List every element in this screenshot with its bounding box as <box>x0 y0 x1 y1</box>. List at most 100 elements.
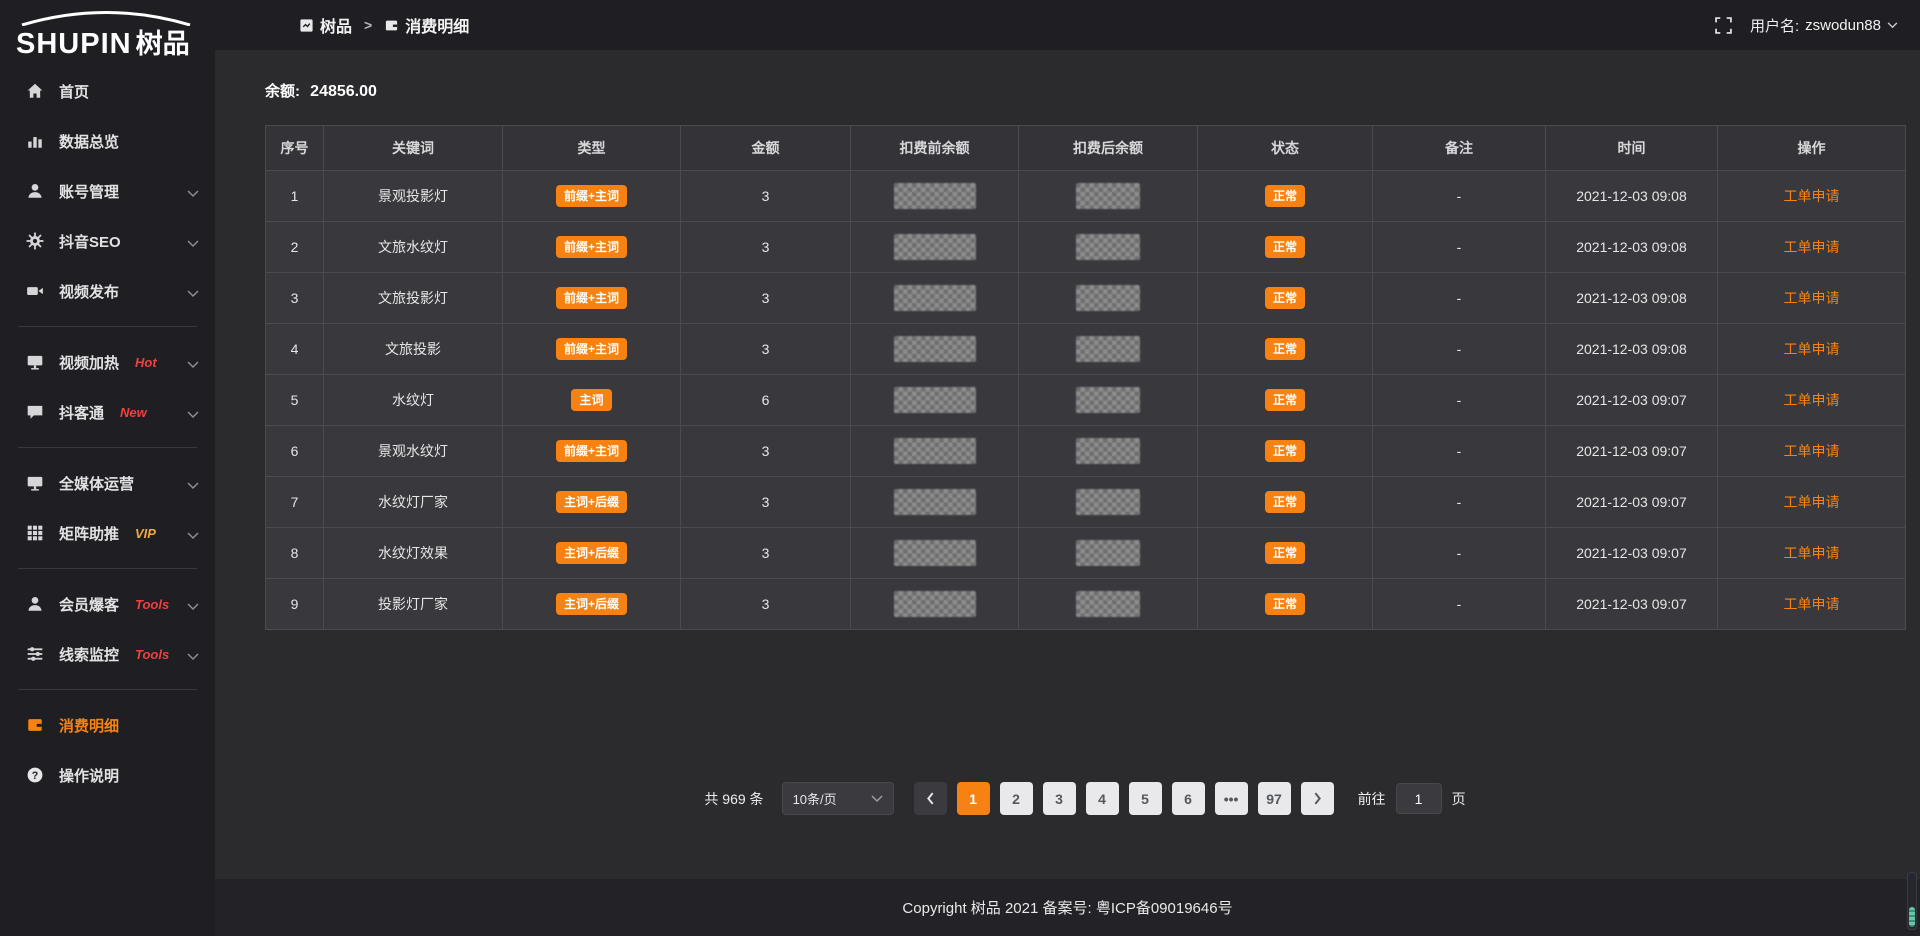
logo-text-cn: 树品 <box>136 22 190 61</box>
goto-page: 前往页 <box>1358 783 1466 814</box>
sidebar-item-label: 抖客通 <box>59 402 104 423</box>
member-icon <box>26 595 44 613</box>
sidebar-item-member-burst[interactable]: 会员爆客Tools <box>0 579 215 629</box>
goto-page-input[interactable] <box>1396 783 1442 814</box>
page-button-6[interactable]: 6 <box>1172 782 1205 815</box>
scrollbar-thumb[interactable] <box>1909 907 1915 927</box>
cell-amount: 3 <box>681 273 851 324</box>
cell-time: 2021-12-03 09:08 <box>1546 273 1718 324</box>
blurred-balance-before <box>894 183 976 209</box>
cell-balance-before <box>851 579 1019 630</box>
chevron-down-icon <box>187 527 199 544</box>
sidebar-item-label: 视频发布 <box>59 281 119 302</box>
scrollbar[interactable] <box>1907 872 1917 930</box>
sidebar-item-account-manage[interactable]: 账号管理 <box>0 166 215 216</box>
blurred-balance-after <box>1076 438 1140 464</box>
breadcrumb-item-shupin[interactable]: 树品 <box>299 13 352 37</box>
cell-seq: 5 <box>266 375 324 426</box>
prev-page-button[interactable] <box>914 782 947 815</box>
breadcrumb-item-consume-detail[interactable]: 消费明细 <box>384 13 469 37</box>
cell-type: 主词+后缀 <box>503 477 681 528</box>
cell-action: 工单申请 <box>1718 426 1906 477</box>
blurred-balance-after <box>1076 285 1140 311</box>
status-badge: 正常 <box>1265 491 1305 513</box>
work-order-link[interactable]: 工单申请 <box>1784 392 1840 408</box>
cell-keyword: 投影灯厂家 <box>324 579 503 630</box>
next-page-button[interactable] <box>1301 782 1334 815</box>
username-dropdown[interactable]: 用户名: zswodun88 <box>1750 15 1898 36</box>
sidebar-item-clue-monitor[interactable]: 线索监控Tools <box>0 629 215 679</box>
cell-balance-after <box>1019 324 1198 375</box>
cell-seq: 1 <box>266 171 324 222</box>
cell-status: 正常 <box>1198 324 1373 375</box>
page-button-2[interactable]: 2 <box>1000 782 1033 815</box>
page-size-select[interactable]: 10条/页 <box>782 782 894 815</box>
sidebar-item-label: 操作说明 <box>59 765 119 786</box>
page-button-5[interactable]: 5 <box>1129 782 1162 815</box>
more-pages-button[interactable]: ••• <box>1215 782 1248 815</box>
cell-balance-before <box>851 222 1019 273</box>
monitor-icon <box>26 474 44 492</box>
sidebar-item-home[interactable]: 首页 <box>0 66 215 116</box>
blurred-balance-after <box>1076 183 1140 209</box>
column-header: 备注 <box>1373 126 1546 171</box>
sidebar-item-badge: New <box>120 405 147 420</box>
sidebar-divider <box>18 326 197 327</box>
work-order-link[interactable]: 工单申请 <box>1784 494 1840 510</box>
cell-keyword: 景观投影灯 <box>324 171 503 222</box>
cell-seq: 7 <box>266 477 324 528</box>
sidebar-item-douketong[interactable]: 抖客通 New <box>0 387 215 437</box>
sliders-icon <box>26 645 44 663</box>
cell-remark: - <box>1373 273 1546 324</box>
blurred-balance-before <box>894 234 976 260</box>
username-label: 用户名: <box>1750 15 1799 36</box>
sidebar-item-label: 矩阵助推 <box>59 523 119 544</box>
sidebar-item-all-media[interactable]: 全媒体运营 <box>0 458 215 508</box>
sidebar-item-video-publish[interactable]: 视频发布 <box>0 266 215 316</box>
cell-time: 2021-12-03 09:08 <box>1546 222 1718 273</box>
sidebar-item-douyin-seo[interactable]: 抖音SEO <box>0 216 215 266</box>
work-order-link[interactable]: 工单申请 <box>1784 341 1840 357</box>
blurred-balance-before <box>894 489 976 515</box>
chevron-down-icon <box>1887 22 1898 29</box>
fullscreen-icon[interactable] <box>1715 17 1732 34</box>
sidebar-item-matrix-boost[interactable]: 矩阵助推VIP <box>0 508 215 558</box>
sidebar-divider <box>18 689 197 690</box>
work-order-link[interactable]: 工单申请 <box>1784 239 1840 255</box>
table-row: 8水纹灯效果主词+后缀3正常-2021-12-03 09:07工单申请 <box>266 528 1906 579</box>
page-button-97[interactable]: 97 <box>1258 782 1291 815</box>
sidebar-item-video-heat[interactable]: 视频加热Hot <box>0 337 215 387</box>
work-order-link[interactable]: 工单申请 <box>1784 545 1840 561</box>
page-button-1[interactable]: 1 <box>957 782 990 815</box>
cell-status: 正常 <box>1198 375 1373 426</box>
work-order-link[interactable]: 工单申请 <box>1784 596 1840 612</box>
chevron-down-icon <box>187 285 199 302</box>
work-order-link[interactable]: 工单申请 <box>1784 443 1840 459</box>
footer: Copyright 树品 2021 备案号: 粤ICP备09019646号 <box>215 879 1920 936</box>
chat-icon <box>26 403 44 421</box>
cell-status: 正常 <box>1198 579 1373 630</box>
sidebar-item-data-overview[interactable]: 数据总览 <box>0 116 215 166</box>
cell-status: 正常 <box>1198 171 1373 222</box>
table-row: 6景观水纹灯前缀+主词3正常-2021-12-03 09:07工单申请 <box>266 426 1906 477</box>
sidebar-item-consume-detail[interactable]: 消费明细 <box>0 700 215 750</box>
page-button-4[interactable]: 4 <box>1086 782 1119 815</box>
type-badge: 前缀+主词 <box>556 338 627 360</box>
cell-type: 主词+后缀 <box>503 579 681 630</box>
pagination: 共 969 条10条/页123456•••97前往页 <box>265 782 1905 815</box>
cell-keyword: 水纹灯 <box>324 375 503 426</box>
page-button-3[interactable]: 3 <box>1043 782 1076 815</box>
chevron-down-icon <box>187 235 199 252</box>
cell-time: 2021-12-03 09:07 <box>1546 579 1718 630</box>
chevron-down-icon <box>187 598 199 615</box>
cell-status: 正常 <box>1198 477 1373 528</box>
cell-balance-before <box>851 171 1019 222</box>
cell-seq: 3 <box>266 273 324 324</box>
work-order-link[interactable]: 工单申请 <box>1784 188 1840 204</box>
cell-balance-after <box>1019 273 1198 324</box>
work-order-link[interactable]: 工单申请 <box>1784 290 1840 306</box>
chevron-down-icon <box>187 648 199 665</box>
cell-action: 工单申请 <box>1718 324 1906 375</box>
sidebar-item-operation-guide[interactable]: ?操作说明 <box>0 750 215 800</box>
cell-seq: 8 <box>266 528 324 579</box>
